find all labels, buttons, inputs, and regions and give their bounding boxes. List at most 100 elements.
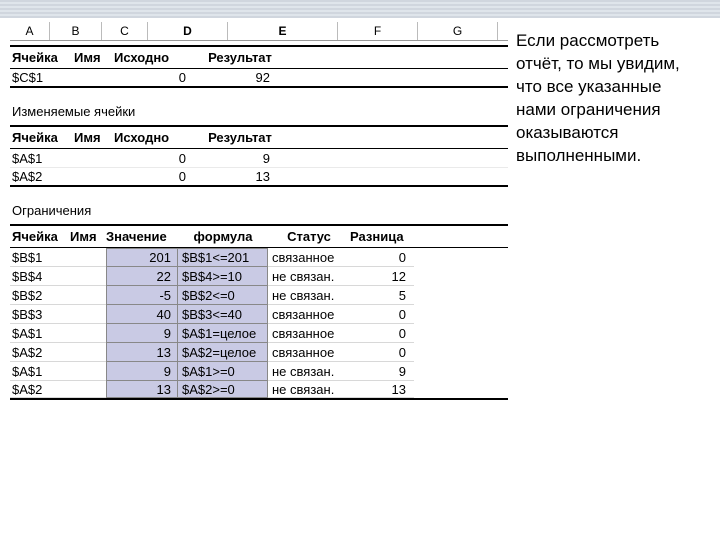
changing-cells-title: Изменяемые ячейки xyxy=(12,104,508,119)
c-diff: 13 xyxy=(350,381,414,398)
hdr-initial: Исходно xyxy=(114,50,196,65)
target-section: Ячейка Имя Исходно Результат $C$1 0 92 xyxy=(10,45,508,88)
c-formula: $B$1<=201 xyxy=(178,248,268,267)
col-f[interactable]: F xyxy=(338,22,418,40)
c-status: не связан. xyxy=(268,286,350,305)
c-cell: $A$2 xyxy=(10,343,70,362)
c-name xyxy=(70,305,106,324)
c-diff: 12 xyxy=(350,267,414,286)
c-name xyxy=(70,248,106,267)
c-status: не связан. xyxy=(268,267,350,286)
c-value: 201 xyxy=(106,248,178,267)
c-status: связанное xyxy=(268,305,350,324)
c-formula: $A$1>=0 xyxy=(178,362,268,381)
c-diff: 0 xyxy=(350,305,414,324)
cell-initial: 0 xyxy=(114,151,196,166)
table-row: $C$1 0 92 xyxy=(10,69,508,88)
hdr-cell: Ячейка xyxy=(10,50,74,65)
c-value: 9 xyxy=(106,362,178,381)
changing-section: Ячейка Имя Исходно Результат $A$1 0 9 $A… xyxy=(10,125,508,187)
slide-caption-text: Если рассмотреть отчёт, то мы увидим, чт… xyxy=(516,30,706,168)
c-formula: $B$4>=10 xyxy=(178,267,268,286)
column-header-row: A B C D E F G xyxy=(10,22,508,41)
c-value: 13 xyxy=(106,343,178,362)
hdr-result: Результат xyxy=(196,50,284,65)
c-name xyxy=(70,324,106,343)
target-header-row: Ячейка Имя Исходно Результат xyxy=(10,45,508,69)
c-value: 40 xyxy=(106,305,178,324)
c-status: связанное xyxy=(268,343,350,362)
hdr-value: Значение xyxy=(106,229,178,244)
c-name xyxy=(70,362,106,381)
hdr-name: Имя xyxy=(74,130,114,145)
col-b[interactable]: B xyxy=(50,22,102,40)
cell-result: 9 xyxy=(196,151,284,166)
cell-ref: $A$1 xyxy=(10,151,74,166)
constraint-row: $A$1 9 $A$1=целое связанное 0 xyxy=(10,324,508,343)
c-diff: 9 xyxy=(350,362,414,381)
c-cell: $B$4 xyxy=(10,267,70,286)
hdr-cell: Ячейка xyxy=(10,229,70,244)
c-cell: $B$2 xyxy=(10,286,70,305)
hdr-name: Имя xyxy=(74,50,114,65)
cell-ref: $C$1 xyxy=(10,70,74,85)
constraint-row: $B$2 -5 $B$2<=0 не связан. 5 xyxy=(10,286,508,305)
hdr-formula: формула xyxy=(178,229,268,244)
c-status: не связан. xyxy=(268,381,350,398)
hdr-diff: Разница xyxy=(350,229,414,244)
constraints-title: Ограничения xyxy=(12,203,508,218)
table-row: $A$1 0 9 xyxy=(10,149,508,168)
c-cell: $A$1 xyxy=(10,362,70,381)
c-formula: $A$1=целое xyxy=(178,324,268,343)
constraint-row: $B$3 40 $B$3<=40 связанное 0 xyxy=(10,305,508,324)
col-g[interactable]: G xyxy=(418,22,498,40)
c-formula: $A$2>=0 xyxy=(178,381,268,398)
c-cell: $B$1 xyxy=(10,248,70,267)
c-value: 22 xyxy=(106,267,178,286)
constraints-header-row: Ячейка Имя Значение формула Статус Разни… xyxy=(10,224,508,248)
c-name xyxy=(70,343,106,362)
c-status: связанное xyxy=(268,324,350,343)
col-a[interactable]: A xyxy=(10,22,50,40)
c-value: -5 xyxy=(106,286,178,305)
cell-initial: 0 xyxy=(114,169,196,184)
cell-result: 92 xyxy=(196,70,284,85)
c-name xyxy=(70,286,106,305)
c-status: связанное xyxy=(268,248,350,267)
c-formula: $A$2=целое xyxy=(178,343,268,362)
c-diff: 5 xyxy=(350,286,414,305)
table-row: $A$2 0 13 xyxy=(10,168,508,187)
hdr-cell: Ячейка xyxy=(10,130,74,145)
hdr-result: Результат xyxy=(196,130,284,145)
c-status: не связан. xyxy=(268,362,350,381)
c-value: 13 xyxy=(106,381,178,398)
cell-initial: 0 xyxy=(114,70,196,85)
c-name xyxy=(70,381,106,398)
col-e[interactable]: E xyxy=(228,22,338,40)
c-diff: 0 xyxy=(350,248,414,267)
col-c[interactable]: C xyxy=(102,22,148,40)
hdr-name: Имя xyxy=(70,229,106,244)
constraint-row: $B$1 201 $B$1<=201 связанное 0 xyxy=(10,248,508,267)
c-diff: 0 xyxy=(350,324,414,343)
c-cell: $A$2 xyxy=(10,381,70,398)
cell-ref: $A$2 xyxy=(10,169,74,184)
c-name xyxy=(70,267,106,286)
constraint-row: $B$4 22 $B$4>=10 не связан. 12 xyxy=(10,267,508,286)
title-gradient-bar xyxy=(0,0,720,18)
constraint-row: $A$2 13 $A$2=целое связанное 0 xyxy=(10,343,508,362)
c-diff: 0 xyxy=(350,343,414,362)
c-cell: $A$1 xyxy=(10,324,70,343)
constraints-section: Ячейка Имя Значение формула Статус Разни… xyxy=(10,224,508,400)
cell-result: 13 xyxy=(196,169,284,184)
hdr-initial: Исходно xyxy=(114,130,196,145)
col-d[interactable]: D xyxy=(148,22,228,40)
changing-header-row: Ячейка Имя Исходно Результат xyxy=(10,125,508,149)
c-formula: $B$2<=0 xyxy=(178,286,268,305)
constraint-row: $A$1 9 $A$1>=0 не связан. 9 xyxy=(10,362,508,381)
report-sheet: A B C D E F G Ячейка Имя Исходно Результ… xyxy=(10,22,508,400)
c-formula: $B$3<=40 xyxy=(178,305,268,324)
c-cell: $B$3 xyxy=(10,305,70,324)
hdr-status: Статус xyxy=(268,229,350,244)
constraint-row: $A$2 13 $A$2>=0 не связан. 13 xyxy=(10,381,508,400)
